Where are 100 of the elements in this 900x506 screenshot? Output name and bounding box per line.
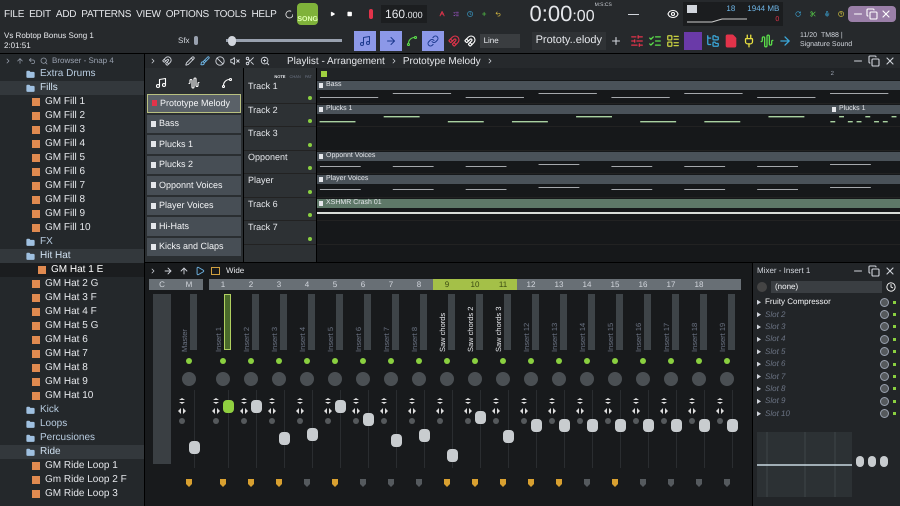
browser-file[interactable]: GM Fill 6 — [0, 165, 144, 179]
browser-file[interactable]: GM Fill 7 — [0, 179, 144, 193]
pattern-item[interactable]: Bass — [147, 114, 241, 133]
active-led[interactable] — [472, 358, 478, 364]
track-name[interactable]: Track 1 — [248, 80, 278, 102]
folder-tree-icon[interactable] — [706, 34, 720, 48]
volume-fader[interactable] — [189, 390, 203, 468]
active-led[interactable] — [556, 358, 562, 364]
volume-fader[interactable] — [531, 390, 545, 468]
browser-file[interactable]: GM Ride Loop 1 — [0, 459, 144, 473]
expand-icon[interactable] — [4, 56, 12, 64]
active-led[interactable] — [696, 358, 702, 364]
preset-dropdown[interactable]: (none) — [771, 281, 882, 293]
track-name[interactable]: Track 6 — [248, 198, 278, 220]
stereo-icon[interactable] — [605, 398, 611, 404]
channel-rack-icon[interactable] — [648, 34, 662, 48]
stereo-icon[interactable] — [353, 398, 359, 404]
record-arm-icon[interactable] — [527, 478, 535, 488]
strip-number[interactable]: 13 — [545, 279, 573, 290]
stereo-icon[interactable] — [493, 398, 499, 404]
browser-file[interactable]: Gm Ride Loop 2 F — [0, 473, 144, 487]
track-name[interactable]: Track 3 — [248, 127, 278, 150]
menu-item[interactable]: EDIT — [29, 6, 51, 22]
swap-icon[interactable] — [660, 408, 668, 414]
record-arm-icon[interactable] — [247, 478, 255, 488]
close-icon[interactable] — [884, 265, 896, 277]
browser-file[interactable]: GM Hat 5 G — [0, 319, 144, 333]
pattern-item[interactable]: Plucks 2 — [147, 156, 241, 174]
volume-fader[interactable] — [251, 390, 265, 468]
track-name[interactable]: Track 2 — [248, 104, 278, 126]
volume-fader[interactable] — [671, 390, 685, 468]
level-meter[interactable] — [224, 294, 231, 350]
slot-led[interactable] — [893, 338, 896, 341]
track-name[interactable]: Opponent — [248, 150, 288, 173]
browser-folder[interactable]: Loops — [0, 417, 144, 431]
close-icon[interactable] — [884, 55, 896, 67]
volume-fader[interactable] — [447, 390, 461, 468]
browser-file[interactable]: GM Fill 8 — [0, 193, 144, 207]
upload-icon[interactable] — [179, 266, 189, 276]
slot-led[interactable] — [893, 387, 896, 390]
volume-fader[interactable] — [615, 390, 629, 468]
browser-file[interactable]: GM Fill 1 — [0, 95, 144, 109]
swap-icon[interactable] — [436, 408, 444, 414]
browser-file[interactable]: GM Hat 8 — [0, 361, 144, 375]
stereo-icon[interactable] — [717, 398, 723, 404]
delete-icon[interactable] — [215, 56, 225, 66]
active-led[interactable] — [668, 358, 674, 364]
curve-icon[interactable] — [406, 34, 418, 46]
swap-icon[interactable] — [380, 408, 388, 414]
back-icon[interactable] — [28, 56, 36, 64]
swap-icon[interactable] — [548, 408, 556, 414]
swap-icon[interactable] — [408, 408, 416, 414]
pattern-item[interactable]: Plucks 1 — [147, 135, 241, 154]
swap-icon[interactable] — [324, 408, 332, 414]
stereo-icon[interactable] — [689, 398, 695, 404]
browser-folder[interactable]: FX — [0, 235, 144, 249]
swap-icon[interactable] — [520, 408, 528, 414]
active-led[interactable] — [276, 358, 282, 364]
swap-icon[interactable] — [268, 408, 276, 414]
browser-folder[interactable]: Extra Drums — [0, 67, 144, 81]
active-led[interactable] — [388, 358, 394, 364]
slot-led[interactable] — [893, 300, 896, 304]
volume-fader[interactable] — [587, 390, 601, 468]
browser-file[interactable]: GM Hat 9 — [0, 375, 144, 389]
stereo-icon[interactable] — [549, 398, 555, 404]
stereo-icon[interactable] — [179, 398, 185, 404]
browser-file[interactable]: GM Hat 7 — [0, 347, 144, 361]
volume-fader[interactable] — [699, 390, 713, 468]
slot-led[interactable] — [893, 412, 896, 416]
volume-fader[interactable] — [363, 390, 377, 468]
browser-file[interactable]: GM Fill 9 — [0, 207, 144, 221]
swap-icon[interactable] — [716, 408, 724, 414]
pattern-item[interactable]: Prototype Melody — [147, 94, 241, 112]
swap-icon[interactable] — [688, 408, 696, 414]
pattern-item[interactable]: Player Voices — [147, 196, 241, 215]
browser-folder[interactable]: Ride — [0, 445, 144, 459]
swap-icon[interactable] — [240, 408, 248, 414]
mixer-icon[interactable] — [630, 34, 644, 48]
record-arm-icon[interactable] — [555, 478, 563, 488]
browser-file[interactable]: GM Fill 3 — [0, 123, 144, 137]
active-led[interactable] — [416, 358, 422, 364]
browser-file[interactable]: GM Fill 4 — [0, 137, 144, 151]
file-icon[interactable] — [724, 34, 738, 48]
browser-file[interactable]: GM Fill 5 — [0, 151, 144, 165]
pattern-selector[interactable]: Prototy..elody — [532, 32, 606, 50]
browser-folder[interactable]: Hit Hat — [0, 249, 144, 263]
slot-led[interactable] — [893, 350, 896, 354]
stereo-icon[interactable] — [437, 398, 443, 404]
strip-number[interactable]: 9 — [433, 279, 461, 290]
menu-item[interactable]: TOOLS — [214, 6, 246, 22]
swap-icon[interactable] — [352, 408, 360, 414]
stereo-icon[interactable] — [521, 398, 527, 404]
tempo-display[interactable]: 160.000 — [381, 5, 427, 23]
stereo-icon[interactable] — [409, 398, 415, 404]
chevron-icon[interactable] — [486, 57, 494, 65]
record-arm-icon[interactable] — [219, 478, 227, 488]
slice-icon[interactable] — [245, 56, 255, 66]
track-name[interactable]: Track 7 — [248, 221, 278, 244]
stereo-icon[interactable] — [213, 398, 219, 404]
mute-icon[interactable] — [230, 56, 240, 66]
